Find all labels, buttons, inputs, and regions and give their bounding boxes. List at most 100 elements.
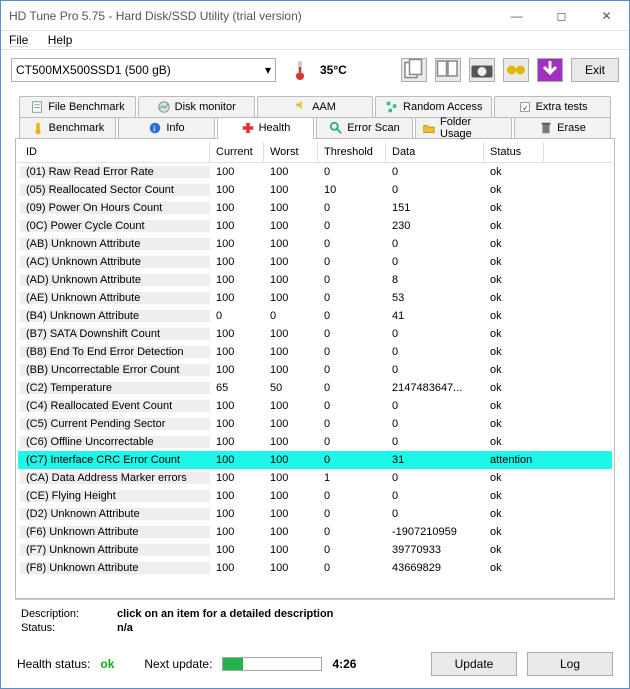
options-button[interactable] <box>503 58 529 82</box>
tab-erase[interactable]: Erase <box>514 117 611 139</box>
cell: 100 <box>210 220 264 232</box>
cell: 0 <box>210 310 264 322</box>
attribute-row[interactable]: (01) Raw Read Error Rate10010000ok <box>18 163 612 181</box>
attribute-row[interactable]: (C5) Current Pending Sector10010000ok <box>18 415 612 433</box>
copy-info-button[interactable] <box>401 58 427 82</box>
cell: 230 <box>386 220 484 232</box>
col-data[interactable]: Data <box>386 142 484 162</box>
attribute-row[interactable]: (F7) Unknown Attribute100100039770933ok <box>18 541 612 559</box>
tab-info[interactable]: i Info <box>118 117 215 139</box>
list-header: ID Current Worst Threshold Data Status <box>18 141 612 163</box>
attribute-row[interactable]: (D2) Unknown Attribute10010000ok <box>18 505 612 523</box>
tab-disk-monitor[interactable]: Disk monitor <box>138 96 255 118</box>
close-button[interactable]: ✕ <box>584 1 629 30</box>
col-id[interactable]: ID <box>20 142 210 162</box>
attribute-row[interactable]: (09) Power On Hours Count1001000151ok <box>18 199 612 217</box>
tab-label: Benchmark <box>49 122 105 134</box>
tab-label: Erase <box>557 122 586 134</box>
detail-area: Description: click on an item for a deta… <box>15 599 615 640</box>
attribute-row[interactable]: (0C) Power Cycle Count1001000230ok <box>18 217 612 235</box>
cell: (AB) Unknown Attribute <box>20 238 210 250</box>
camera-icon <box>470 58 494 82</box>
svg-text:i: i <box>154 124 156 134</box>
attribute-row[interactable]: (C7) Interface CRC Error Count100100031a… <box>18 451 612 469</box>
cell: 43669829 <box>386 562 484 574</box>
tab-row-1: File BenchmarkDisk monitorAAMRandom Acce… <box>11 96 619 118</box>
cell: 100 <box>210 472 264 484</box>
tab-folder-usage[interactable]: Folder Usage <box>415 117 512 139</box>
tab-label: Folder Usage <box>440 116 505 140</box>
save-button[interactable] <box>537 58 563 82</box>
col-worst[interactable]: Worst <box>264 142 318 162</box>
cell: 10 <box>318 184 386 196</box>
cell: 100 <box>210 346 264 358</box>
cell: ok <box>484 400 544 412</box>
attribute-row[interactable]: (AB) Unknown Attribute10010000ok <box>18 235 612 253</box>
copy-screenshot-button[interactable] <box>435 58 461 82</box>
update-button[interactable]: Update <box>431 652 517 676</box>
aam-icon <box>294 100 308 114</box>
status-label: Status: <box>21 622 101 634</box>
maximize-button[interactable]: ◻ <box>539 1 584 30</box>
cell: (0C) Power Cycle Count <box>20 220 210 232</box>
minimize-button[interactable]: — <box>494 1 539 30</box>
cell: 100 <box>210 328 264 340</box>
cell: 0 <box>318 328 386 340</box>
tab-label: Error Scan <box>347 122 400 134</box>
attribute-row[interactable]: (AD) Unknown Attribute10010008ok <box>18 271 612 289</box>
cell: ok <box>484 256 544 268</box>
cell: 0 <box>318 238 386 250</box>
list-body: (01) Raw Read Error Rate10010000ok (05) R… <box>18 163 612 596</box>
cell: (BB) Uncorrectable Error Count <box>20 364 210 376</box>
col-current[interactable]: Current <box>210 142 264 162</box>
cell: 100 <box>210 418 264 430</box>
attribute-row[interactable]: (F8) Unknown Attribute100100043669829ok <box>18 559 612 577</box>
cell: 0 <box>318 436 386 448</box>
menu-help[interactable]: Help <box>48 33 73 47</box>
attribute-row[interactable]: (F6) Unknown Attribute1001000-1907210959… <box>18 523 612 541</box>
tab-health[interactable]: Health <box>217 117 314 139</box>
tab-benchmark[interactable]: Benchmark <box>19 117 116 139</box>
log-button[interactable]: Log <box>527 652 613 676</box>
menu-file[interactable]: File <box>9 33 28 47</box>
cell: 100 <box>210 436 264 448</box>
attribute-row[interactable]: (AE) Unknown Attribute100100053ok <box>18 289 612 307</box>
toolbar: CT500MX500SSD1 (500 gB) ▾ 35°C Exit <box>1 50 629 90</box>
cell: 0 <box>386 328 484 340</box>
attribute-row[interactable]: (CA) Data Address Marker errors10010010o… <box>18 469 612 487</box>
col-status[interactable]: Status <box>484 142 544 162</box>
cell: 0 <box>318 274 386 286</box>
col-threshold[interactable]: Threshold <box>318 142 386 162</box>
attribute-row[interactable]: (C4) Reallocated Event Count10010000ok <box>18 397 612 415</box>
attribute-row[interactable]: (B8) End To End Error Detection10010000o… <box>18 343 612 361</box>
tab-label: Info <box>166 122 184 134</box>
cell: 53 <box>386 292 484 304</box>
cell: (AC) Unknown Attribute <box>20 256 210 268</box>
cell: (F8) Unknown Attribute <box>20 562 210 574</box>
attribute-row[interactable]: (AC) Unknown Attribute10010000ok <box>18 253 612 271</box>
cell: attention <box>484 454 544 466</box>
tab-extra-tests[interactable]: ✓Extra tests <box>494 96 611 118</box>
cell: ok <box>484 292 544 304</box>
tab-error-scan[interactable]: Error Scan <box>316 117 413 139</box>
attribute-row[interactable]: (C6) Offline Uncorrectable10010000ok <box>18 433 612 451</box>
cell: (05) Reallocated Sector Count <box>20 184 210 196</box>
cell: (C5) Current Pending Sector <box>20 418 210 430</box>
attribute-row[interactable]: (CE) Flying Height10010000ok <box>18 487 612 505</box>
cell: (CA) Data Address Marker errors <box>20 472 210 484</box>
tab-aam[interactable]: AAM <box>257 96 374 118</box>
tab-random-access[interactable]: Random Access <box>375 96 492 118</box>
tab-file-benchmark[interactable]: File Benchmark <box>19 96 136 118</box>
attribute-row[interactable]: (B4) Unknown Attribute00041ok <box>18 307 612 325</box>
cell: (B7) SATA Downshift Count <box>20 328 210 340</box>
exit-button[interactable]: Exit <box>571 58 619 82</box>
drive-select[interactable]: CT500MX500SSD1 (500 gB) ▾ <box>11 58 276 82</box>
attribute-row[interactable]: (05) Reallocated Sector Count100100100ok <box>18 181 612 199</box>
error-scan-icon <box>329 121 343 135</box>
screenshot-button[interactable] <box>469 58 495 82</box>
attribute-row[interactable]: (BB) Uncorrectable Error Count10010000ok <box>18 361 612 379</box>
next-update-label: Next update: <box>144 657 212 671</box>
attribute-row[interactable]: (C2) Temperature655002147483647...ok <box>18 379 612 397</box>
attribute-row[interactable]: (B7) SATA Downshift Count10010000ok <box>18 325 612 343</box>
cell: 0 <box>318 490 386 502</box>
